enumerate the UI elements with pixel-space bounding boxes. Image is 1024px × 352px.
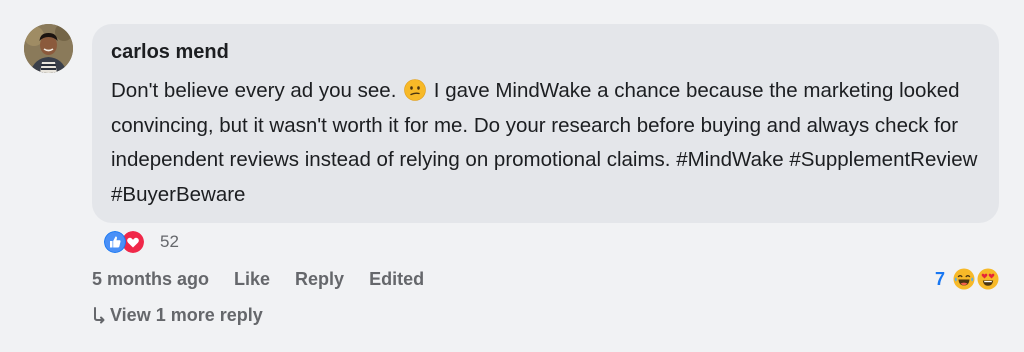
reactions-summary[interactable]: 52 <box>104 230 179 254</box>
laughing-face-icon <box>953 268 975 290</box>
comment-container: carlos mend Don't believe every ad you s… <box>0 0 1024 352</box>
comment-timestamp[interactable]: 5 months ago <box>92 269 209 290</box>
reply-reactions[interactable]: 7 <box>935 266 999 292</box>
comment-text: Don't believe every ad you see. I gave M… <box>111 74 981 212</box>
edited-label[interactable]: Edited <box>369 269 424 290</box>
heart-eyes-face-icon <box>977 268 999 290</box>
reply-button[interactable]: Reply <box>295 269 344 290</box>
comment-text-part1: Don't believe every ad you see. <box>111 79 397 102</box>
view-more-replies-label: View 1 more reply <box>110 304 263 325</box>
reaction-icons <box>104 230 148 254</box>
view-more-replies[interactable]: View 1 more reply <box>92 302 263 328</box>
comment-actions: 5 months ago Like Reply Edited <box>92 266 449 292</box>
reaction-count: 52 <box>160 232 179 251</box>
comment-author[interactable]: carlos mend <box>111 38 979 66</box>
reply-arrow-icon <box>94 307 105 324</box>
like-button[interactable]: Like <box>234 269 270 290</box>
reply-reaction-count: 7 <box>934 268 945 289</box>
avatar[interactable] <box>24 24 73 73</box>
avatar-image <box>24 24 73 73</box>
comment-bubble: carlos mend Don't believe every ad you s… <box>92 24 999 223</box>
like-reaction-icon <box>104 231 126 253</box>
confused-face-icon <box>404 79 426 101</box>
